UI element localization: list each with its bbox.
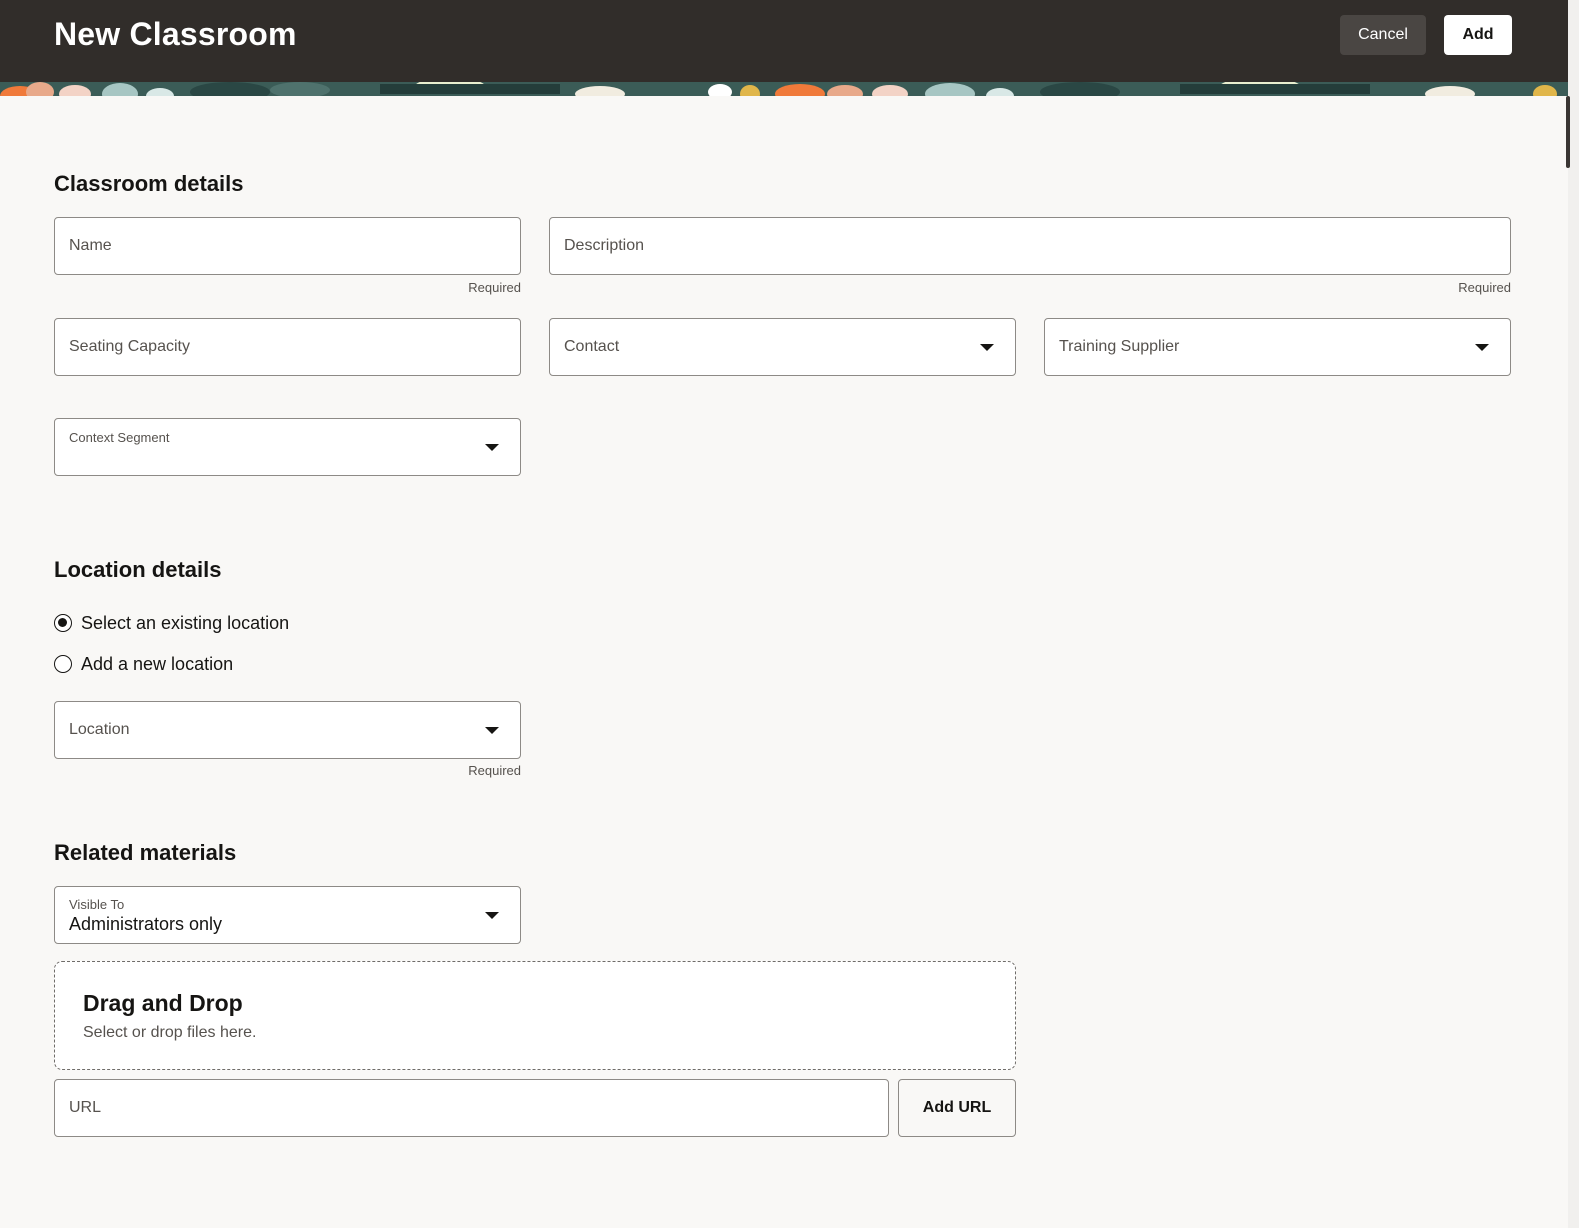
radio-button-checked[interactable] xyxy=(54,614,72,632)
visible-to-label: Visible To xyxy=(69,897,125,912)
location-details-heading: Location details xyxy=(54,557,222,582)
description-field[interactable]: Description xyxy=(549,217,1511,275)
file-dropzone[interactable]: Drag and Drop Select or drop files here. xyxy=(54,961,1016,1070)
location-required-helper: Required xyxy=(468,763,521,778)
name-required-helper: Required xyxy=(468,280,521,295)
page-header: New Classroom Cancel Add xyxy=(0,0,1568,82)
url-label: URL xyxy=(69,1099,102,1116)
url-input[interactable]: URL xyxy=(54,1079,889,1137)
related-materials-heading: Related materials xyxy=(54,840,237,865)
classroom-details-heading: Classroom details xyxy=(54,171,244,196)
dropzone-subtitle: Select or drop files here. xyxy=(83,1024,257,1041)
training-supplier-select[interactable]: Training Supplier xyxy=(1044,318,1511,376)
chevron-down-icon xyxy=(485,727,499,734)
location-label: Location xyxy=(69,721,130,738)
radio-existing-location-label: Select an existing location xyxy=(81,612,290,633)
contact-select[interactable]: Contact xyxy=(549,318,1016,376)
cancel-button[interactable]: Cancel xyxy=(1340,15,1426,55)
name-field[interactable]: Name xyxy=(54,217,521,275)
scrollbar-track[interactable] xyxy=(1568,0,1579,1228)
visible-to-select[interactable]: Visible To Administrators only xyxy=(54,886,521,944)
training-supplier-label: Training Supplier xyxy=(1059,338,1180,355)
add-button[interactable]: Add xyxy=(1444,15,1512,55)
seating-capacity-field[interactable]: Seating Capacity xyxy=(54,318,521,376)
visible-to-value: Administrators only xyxy=(69,914,223,934)
description-required-helper: Required xyxy=(1458,280,1511,295)
chevron-down-icon xyxy=(485,444,499,451)
chevron-down-icon xyxy=(980,344,994,351)
scrollbar-thumb[interactable] xyxy=(1566,96,1570,168)
radio-button-unchecked[interactable] xyxy=(54,655,72,673)
context-segment-select[interactable]: Context Segment xyxy=(54,418,521,476)
seating-capacity-label: Seating Capacity xyxy=(69,338,190,355)
description-field-label: Description xyxy=(564,237,645,254)
location-select[interactable]: Location xyxy=(54,701,521,759)
radio-existing-location[interactable]: Select an existing location xyxy=(54,612,289,634)
contact-label: Contact xyxy=(564,338,620,355)
page-title: New Classroom xyxy=(54,16,297,52)
radio-new-location-label: Add a new location xyxy=(81,653,234,674)
context-segment-label: Context Segment xyxy=(69,430,170,445)
header-decorative-banner xyxy=(0,82,1568,96)
chevron-down-icon xyxy=(485,912,499,919)
name-field-label: Name xyxy=(69,237,112,254)
dropzone-title: Drag and Drop xyxy=(83,990,243,1016)
chevron-down-icon xyxy=(1475,344,1489,351)
add-url-button[interactable]: Add URL xyxy=(898,1079,1016,1137)
radio-new-location[interactable]: Add a new location xyxy=(54,653,233,675)
